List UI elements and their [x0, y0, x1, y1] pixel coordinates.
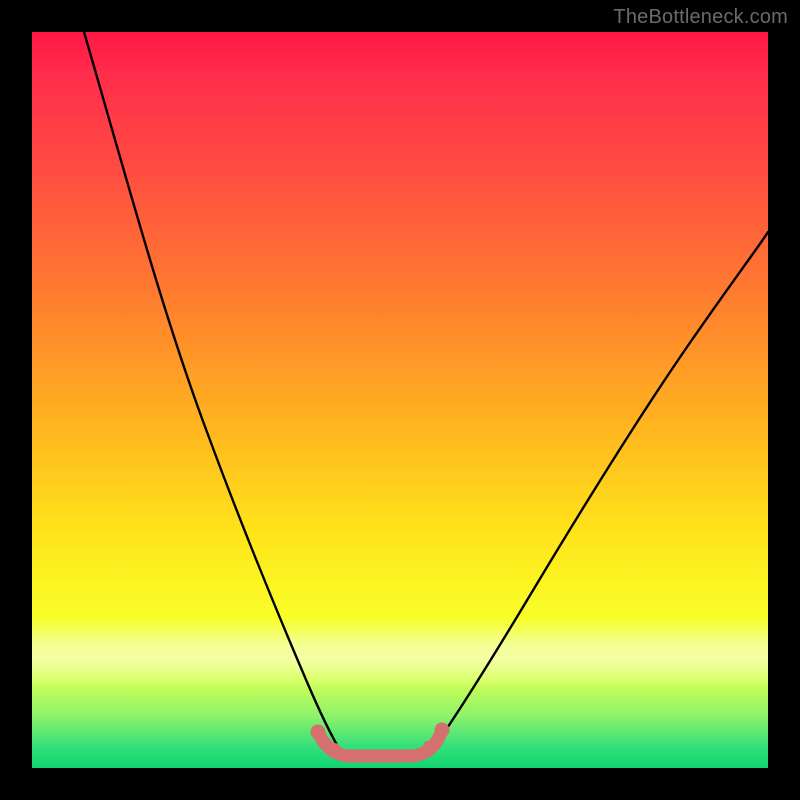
left-curve	[84, 32, 340, 750]
right-curve	[432, 232, 768, 750]
floor-bead-2	[423, 741, 433, 751]
curves-svg	[32, 32, 768, 768]
chart-frame: TheBottleneck.com	[0, 0, 800, 800]
plot-area	[32, 32, 768, 768]
floor-dot-left	[311, 725, 326, 740]
floor-bead-1	[330, 743, 340, 753]
floor-dot-right	[435, 723, 450, 738]
watermark-text: TheBottleneck.com	[613, 6, 788, 29]
